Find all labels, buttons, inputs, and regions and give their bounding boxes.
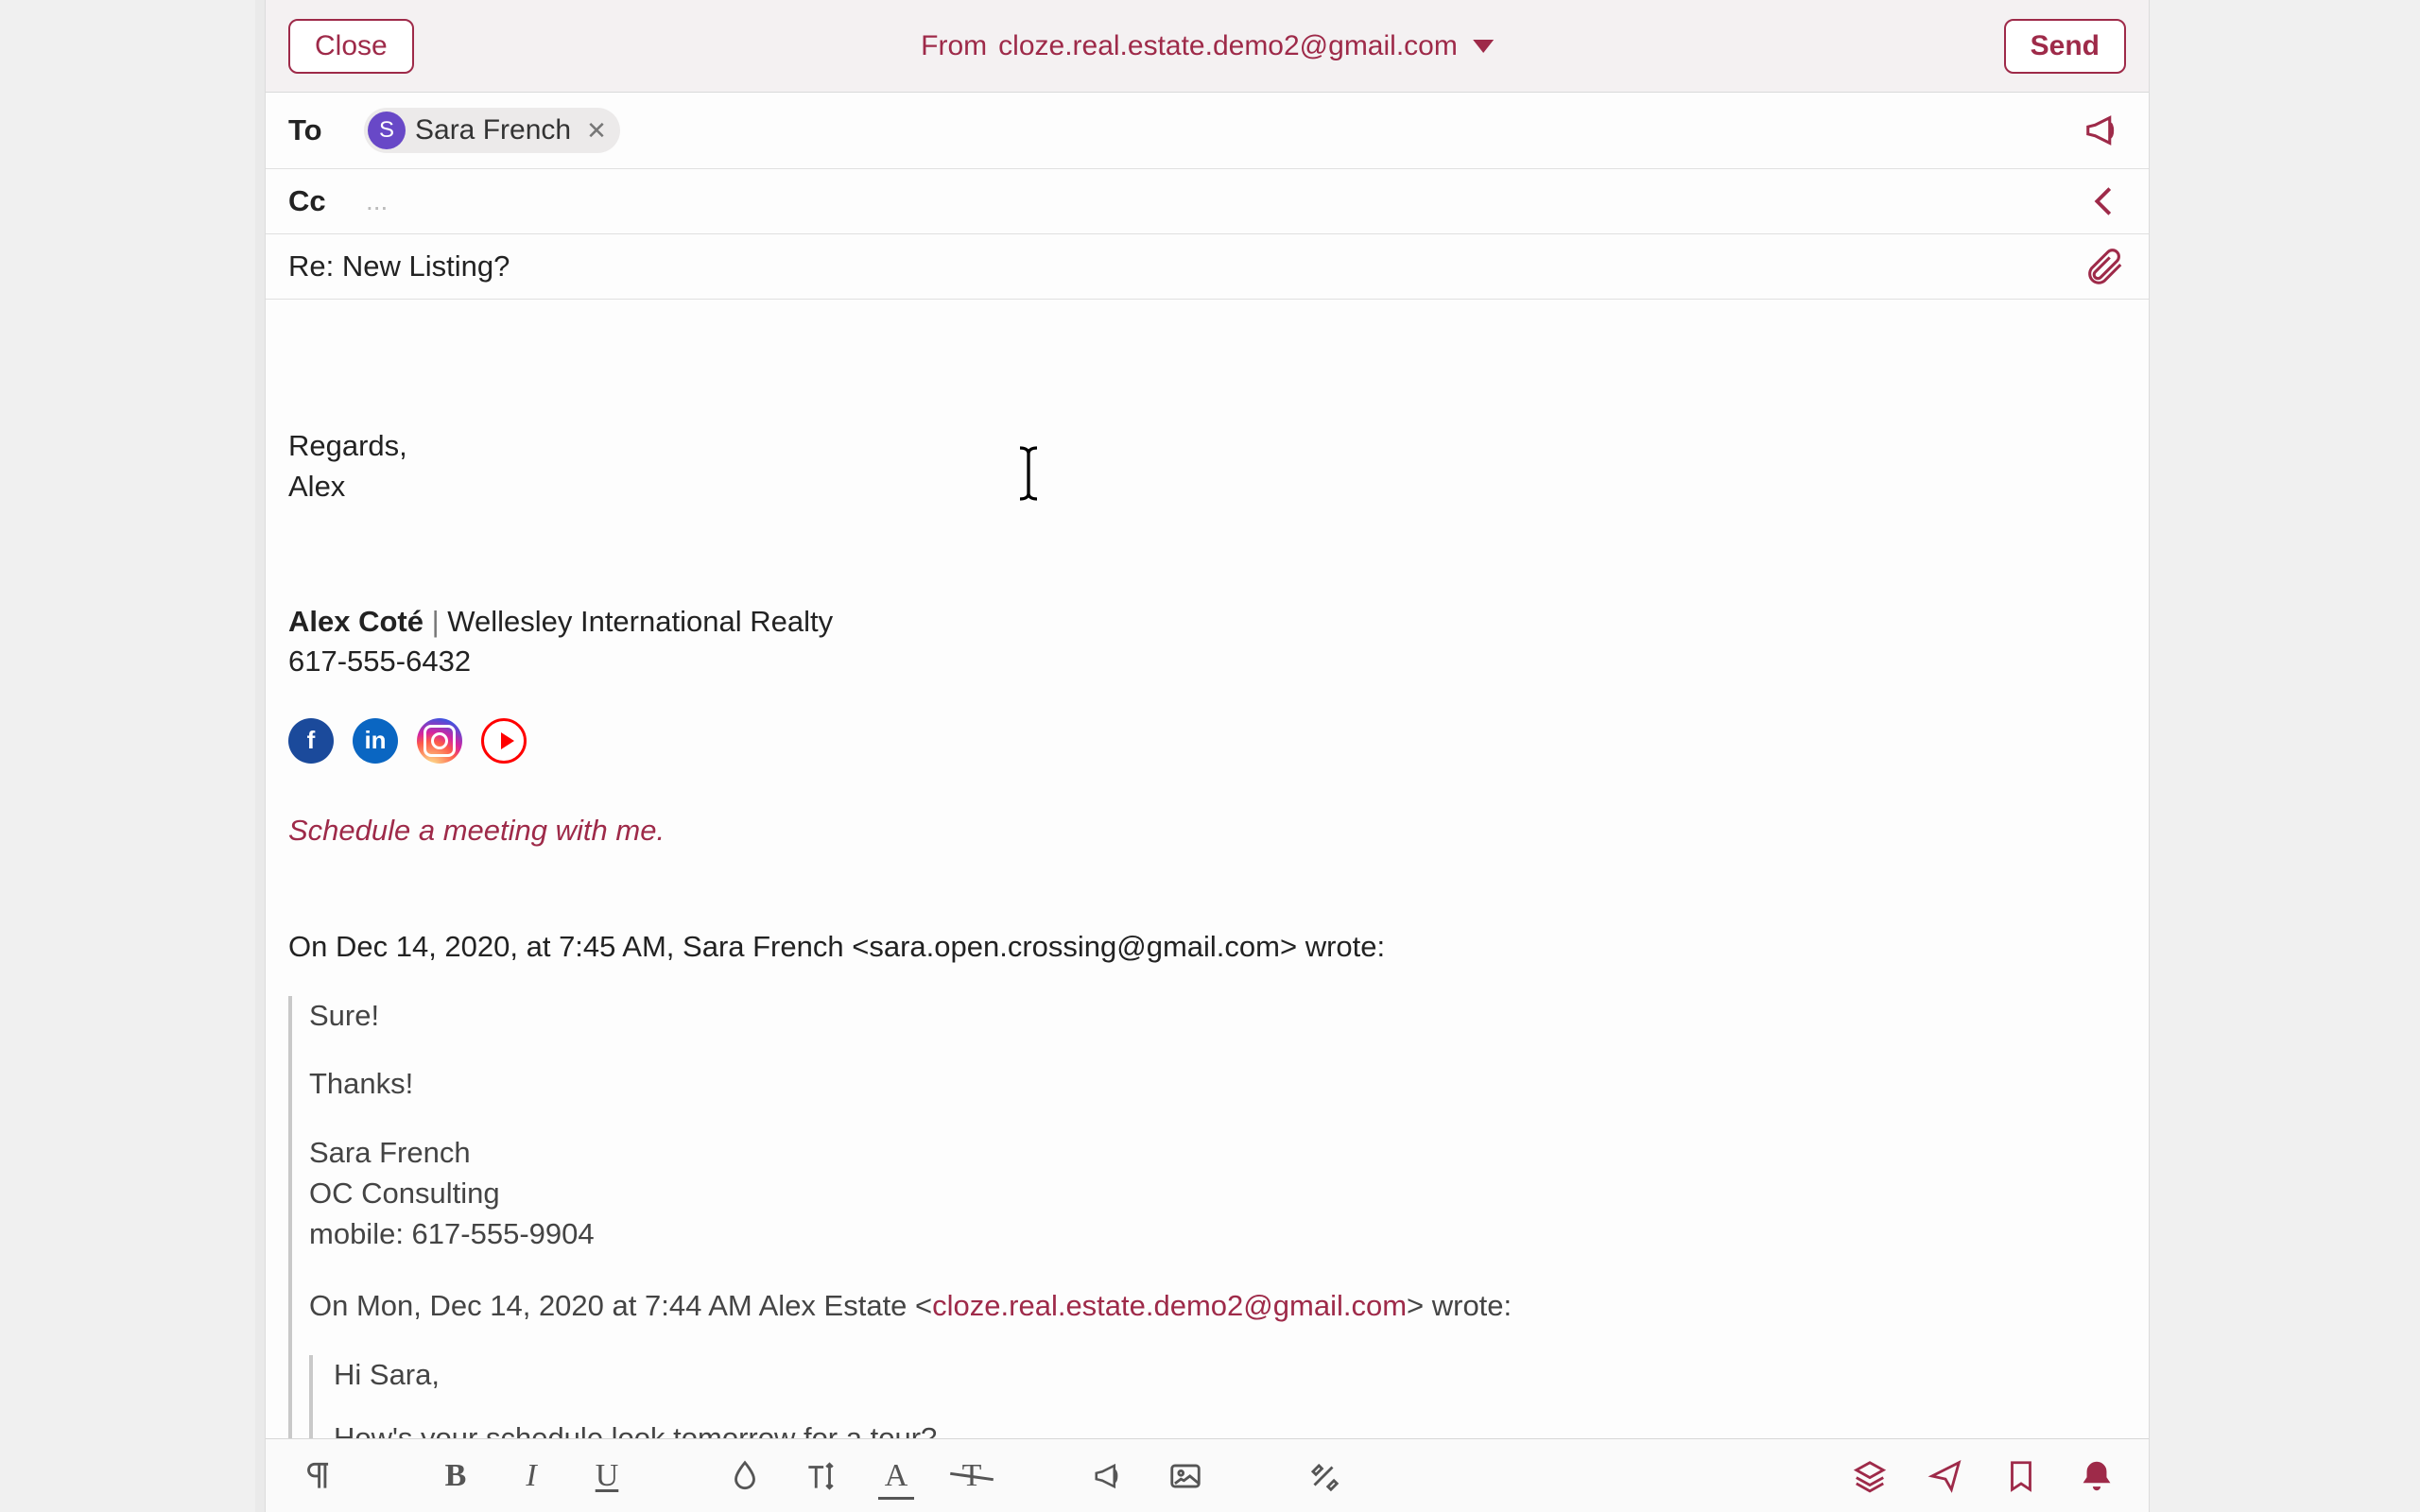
inner-quote-attribution: On Mon, Dec 14, 2020 at 7:44 AM Alex Est… <box>309 1286 2126 1327</box>
inner-attrib-suffix: > wrote: <box>1407 1289 1512 1322</box>
recipient-chip[interactable]: S Sara French ✕ <box>364 108 620 153</box>
chevron-down-icon <box>1473 40 1494 53</box>
to-row[interactable]: To S Sara French ✕ <box>266 93 2149 169</box>
schedule-meeting-link[interactable]: Schedule a meeting with me. <box>288 811 2126 851</box>
signature-company: Wellesley International Realty <box>447 605 833 638</box>
quoted-line: Sara French <box>309 1133 2126 1174</box>
from-selector[interactable]: From cloze.real.estate.demo2@gmail.com <box>921 30 1494 62</box>
bookmark-icon[interactable] <box>2003 1458 2039 1494</box>
remove-recipient-icon[interactable]: ✕ <box>586 116 607 146</box>
inner-attrib-email[interactable]: cloze.real.estate.demo2@gmail.com <box>932 1289 1407 1322</box>
tools-icon[interactable] <box>1305 1458 1341 1494</box>
compose-header: Close From cloze.real.estate.demo2@gmail… <box>266 0 2149 93</box>
attachment-icon[interactable] <box>2083 245 2126 288</box>
underline-icon[interactable]: U <box>589 1458 625 1494</box>
facebook-icon[interactable]: f <box>288 718 334 764</box>
paragraph-icon[interactable] <box>300 1458 336 1494</box>
to-label: To <box>288 113 364 147</box>
quoted-line: Sure! <box>309 996 2126 1037</box>
cc-placeholder: ... <box>366 186 388 216</box>
closing-first-name: Alex <box>288 467 2126 507</box>
cc-label: Cc <box>288 184 364 218</box>
bell-icon[interactable] <box>2079 1458 2115 1494</box>
text-size-icon[interactable] <box>803 1458 838 1494</box>
announce-icon[interactable] <box>2083 109 2126 152</box>
quoted-message: Sure! Thanks! Sara French OC Consulting … <box>288 996 2126 1438</box>
recipient-name: Sara French <box>415 114 571 146</box>
left-strip <box>255 0 265 1512</box>
recipient-avatar: S <box>368 112 406 149</box>
signature-name-line: Alex Coté | Wellesley International Real… <box>288 602 2126 643</box>
collapse-icon[interactable] <box>2083 180 2126 223</box>
send-button[interactable]: Send <box>2004 19 2126 74</box>
signature-separator: | <box>424 605 447 638</box>
italic-icon[interactable]: I <box>513 1458 549 1494</box>
layers-icon[interactable] <box>1852 1458 1888 1494</box>
format-toolbar: B I U A T <box>266 1438 2149 1512</box>
subject-row[interactable] <box>266 234 2149 300</box>
from-address: cloze.real.estate.demo2@gmail.com <box>998 30 1458 62</box>
from-label: From <box>921 30 987 62</box>
youtube-icon[interactable] <box>481 718 527 764</box>
megaphone-icon[interactable] <box>1092 1458 1128 1494</box>
font-icon[interactable]: A <box>878 1458 914 1494</box>
signature-phone: 617-555-6432 <box>288 642 2126 682</box>
quoted-line: mobile: 617-555-9904 <box>309 1214 2126 1255</box>
quote-attribution: On Dec 14, 2020, at 7:45 AM, Sara French… <box>288 927 2126 968</box>
signature-full-name: Alex Coté <box>288 605 424 638</box>
instagram-icon[interactable] <box>417 718 462 764</box>
compose-panel: Close From cloze.real.estate.demo2@gmail… <box>265 0 2150 1512</box>
subject-input[interactable] <box>288 249 1943 284</box>
inner-quoted-line: Hi Sara, <box>334 1355 2126 1396</box>
signature-closing: Regards, Alex <box>288 426 2126 507</box>
cc-row[interactable]: Cc ... <box>266 169 2149 234</box>
bold-icon[interactable]: B <box>438 1458 474 1494</box>
clear-format-icon[interactable]: T <box>954 1458 990 1494</box>
send-later-icon[interactable] <box>1927 1458 1963 1494</box>
inner-quoted-line: How's your schedule look tomorrow for a … <box>334 1418 2126 1438</box>
social-icons-row: f in <box>288 718 2126 764</box>
inner-quoted-message: Hi Sara, How's your schedule look tomorr… <box>309 1355 2126 1438</box>
image-icon[interactable] <box>1167 1458 1203 1494</box>
close-button[interactable]: Close <box>288 19 414 74</box>
quoted-line: OC Consulting <box>309 1174 2126 1214</box>
email-body[interactable]: Regards, Alex Alex Coté | Wellesley Inte… <box>266 300 2149 1438</box>
quoted-line: Thanks! <box>309 1064 2126 1105</box>
inner-attrib-prefix: On Mon, Dec 14, 2020 at 7:44 AM Alex Est… <box>309 1289 932 1322</box>
linkedin-icon[interactable]: in <box>353 718 398 764</box>
closing-line: Regards, <box>288 426 2126 467</box>
color-icon[interactable] <box>727 1458 763 1494</box>
